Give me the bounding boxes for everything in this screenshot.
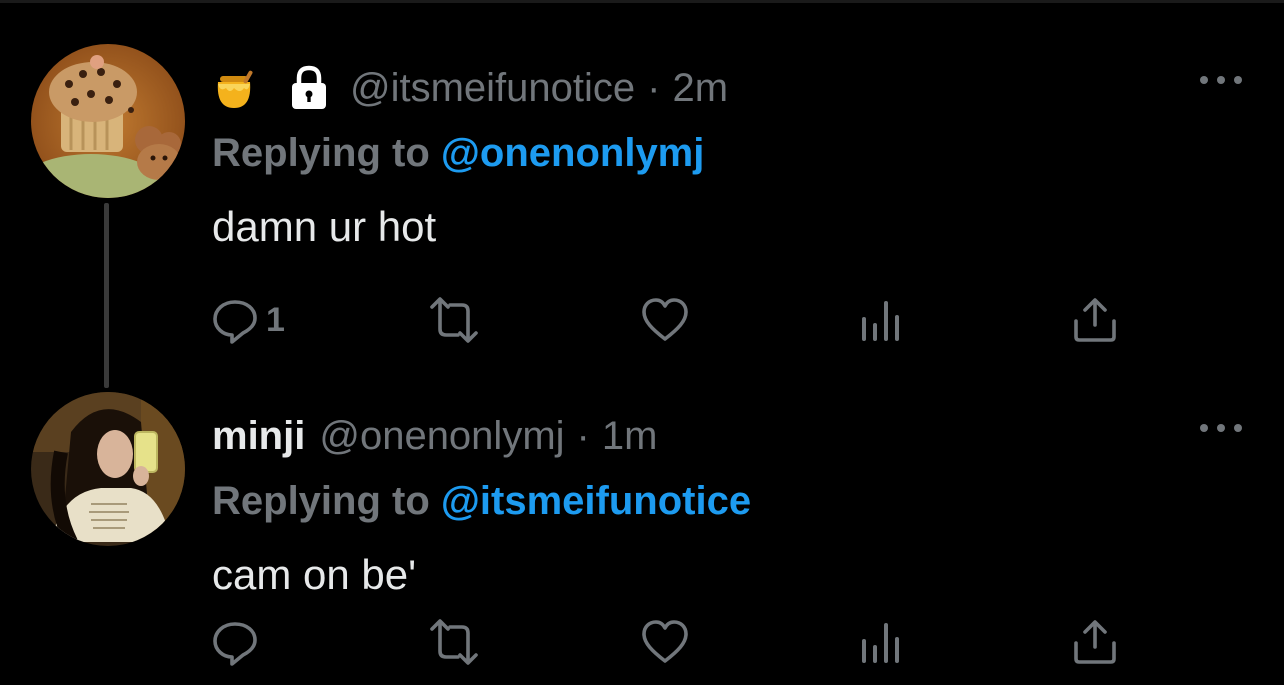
tweet-text: damn ur hot	[212, 203, 437, 250]
reply-icon	[213, 300, 257, 344]
replying-to-label: Replying to	[212, 131, 430, 175]
more-horizontal-icon	[1200, 424, 1208, 432]
reply-icon	[213, 622, 257, 666]
timestamp[interactable]: 1m	[602, 412, 658, 460]
top-divider	[0, 0, 1284, 3]
more-horizontal-icon	[1200, 76, 1208, 84]
views-button[interactable]	[856, 614, 912, 670]
separator-dot: ·	[647, 66, 661, 110]
tweet-header: @itsmeifunotice · 2m	[212, 64, 728, 112]
lock-icon	[292, 65, 326, 109]
reply-count: 1	[266, 300, 285, 339]
heart-icon	[642, 298, 688, 341]
retweet-button[interactable]	[424, 614, 490, 670]
retweet-icon	[430, 297, 478, 343]
replying-to-line: Replying to @itsmeifunotice	[212, 477, 751, 525]
avatar[interactable]	[31, 44, 185, 198]
tweet-onenonlymj[interactable]: minji @onenonlymj · 1m Replying to @itsm…	[0, 388, 1284, 685]
views-chart-icon	[862, 623, 899, 663]
replying-to-line: Replying to @onenonlymj	[212, 129, 704, 177]
more-options-button[interactable]	[1200, 418, 1242, 438]
tweet-header: minji @onenonlymj · 1m	[212, 412, 657, 460]
replying-to-mention[interactable]: @onenonlymj	[441, 131, 704, 175]
tweet-text: cam on be'	[212, 551, 417, 598]
timestamp[interactable]: 2m	[672, 64, 728, 112]
honey-pot-icon	[217, 70, 253, 108]
avatar[interactable]	[31, 392, 185, 546]
handle[interactable]: @itsmeifunotice	[350, 64, 635, 112]
separator-dot: ·	[576, 414, 590, 458]
handle[interactable]: @onenonlymj	[319, 412, 564, 460]
reply-button[interactable]	[210, 614, 266, 670]
retweet-icon	[430, 619, 478, 665]
tweet-actions: 1	[0, 292, 1284, 348]
muffin-avatar-image	[31, 44, 185, 198]
share-icon	[1074, 620, 1116, 664]
more-options-button[interactable]	[1200, 70, 1242, 90]
share-button[interactable]	[1070, 614, 1120, 670]
minji-avatar-image	[31, 392, 185, 546]
views-button[interactable]	[856, 292, 912, 348]
like-button[interactable]	[640, 614, 696, 670]
replying-to-mention[interactable]: @itsmeifunotice	[441, 479, 751, 523]
reply-button[interactable]: 1	[210, 292, 285, 348]
heart-icon	[642, 620, 688, 663]
display-name[interactable]: minji	[212, 412, 305, 460]
tweet-itsmeifunotice[interactable]: @itsmeifunotice · 2m Replying to @onenon…	[0, 40, 1284, 360]
tweet-actions	[0, 614, 1284, 670]
views-chart-icon	[862, 301, 899, 341]
like-button[interactable]	[640, 292, 696, 348]
tweet-thread: @itsmeifunotice · 2m Replying to @onenon…	[0, 0, 1284, 685]
replying-to-label: Replying to	[212, 479, 430, 523]
share-button[interactable]	[1070, 292, 1120, 348]
retweet-button[interactable]	[424, 292, 490, 348]
share-icon	[1074, 298, 1116, 342]
